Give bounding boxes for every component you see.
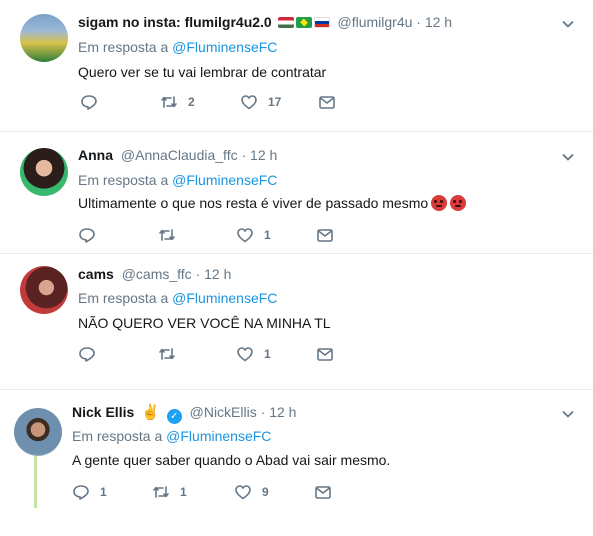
like-count: 1	[264, 228, 271, 242]
username[interactable]: @cams_ffc	[122, 266, 192, 282]
reply-button[interactable]	[78, 345, 106, 363]
like-count: 9	[262, 485, 269, 499]
display-name[interactable]: Anna	[78, 147, 113, 163]
avatar[interactable]	[14, 408, 62, 456]
verified-icon: ✓	[166, 409, 182, 424]
tweet-2[interactable]: Anna @AnnaClaudia_ffc · 12 h Em resposta…	[0, 132, 593, 252]
like-icon	[237, 228, 253, 243]
retweet-button[interactable]: 2	[160, 93, 195, 111]
like-button[interactable]: 9	[234, 483, 269, 501]
brazil-flag-icon	[295, 17, 312, 28]
timestamp[interactable]: 12 h	[250, 147, 277, 163]
tweet-text: NÃO QUERO VER VOCÊ NA MINHA TL	[78, 315, 331, 331]
dm-button[interactable]	[316, 226, 334, 244]
retweet-button[interactable]: 1	[152, 483, 187, 501]
dm-button[interactable]	[316, 345, 334, 363]
like-icon	[235, 485, 251, 500]
mention-link[interactable]: @FluminenseFC	[172, 39, 277, 55]
separator: ·	[416, 14, 421, 30]
timestamp[interactable]: 12 h	[269, 404, 296, 420]
like-button[interactable]: 17	[240, 93, 281, 111]
separator: ·	[241, 147, 247, 163]
tweet-1[interactable]: sigam no insta: flumilgr4u2.0 @flumilgr4…	[0, 0, 593, 124]
username[interactable]: @flumilgr4u	[337, 14, 412, 30]
separator: ·	[195, 266, 201, 282]
reply-icon	[73, 485, 89, 500]
retweet-icon	[159, 348, 175, 360]
victory-hand-icon: ✌	[141, 404, 160, 421]
chevron-down-icon[interactable]	[561, 150, 575, 164]
russia-flag-icon	[313, 17, 330, 28]
retweet-icon	[161, 96, 177, 108]
mention-link[interactable]: @FluminenseFC	[172, 290, 277, 306]
dm-icon	[315, 486, 331, 499]
tweet-header: Anna @AnnaClaudia_ffc · 12 h	[78, 146, 553, 164]
reply-context: Em resposta a @FluminenseFC	[78, 39, 277, 55]
mention-link[interactable]: @FluminenseFC	[166, 428, 271, 444]
retweet-icon	[159, 229, 175, 241]
like-icon	[241, 95, 257, 110]
avatar[interactable]	[20, 14, 68, 62]
tweet-text: A gente quer saber quando o Abad vai sai…	[72, 452, 391, 468]
like-count: 17	[268, 95, 282, 109]
like-button[interactable]: 1	[236, 345, 271, 363]
retweet-count: 1	[180, 485, 187, 499]
reply-label: Em resposta a	[78, 172, 169, 188]
tweet-header: cams @cams_ffc · 12 h	[78, 265, 553, 283]
reply-button[interactable]: 1	[72, 483, 107, 501]
tweet-header: sigam no insta: flumilgr4u2.0 @flumilgr4…	[78, 13, 553, 31]
tweet-text-content: Ultimamente o que nos resta é viver de p…	[78, 195, 429, 211]
chevron-down-icon[interactable]	[561, 17, 575, 31]
tweet-text: Ultimamente o que nos resta é viver de p…	[78, 194, 573, 213]
reply-count: 1	[100, 485, 107, 499]
reply-icon	[79, 347, 95, 362]
tweet-text: Quero ver se tu vai lembrar de contratar	[78, 64, 327, 80]
like-icon	[237, 347, 253, 362]
dm-icon	[317, 229, 333, 242]
reply-button[interactable]	[78, 226, 106, 244]
thread-line	[34, 456, 37, 508]
reply-context: Em resposta a @FluminenseFC	[72, 428, 271, 444]
mention-link[interactable]: @FluminenseFC	[172, 172, 277, 188]
timestamp[interactable]: 12 h	[204, 266, 231, 282]
avatar[interactable]	[20, 266, 68, 314]
reply-context: Em resposta a @FluminenseFC	[78, 290, 277, 306]
reply-label: Em resposta a	[72, 428, 163, 444]
display-name[interactable]: sigam no insta: flumilgr4u2.0	[78, 14, 272, 30]
reply-label: Em resposta a	[78, 39, 169, 55]
reply-icon	[79, 228, 95, 243]
like-button[interactable]: 1	[236, 226, 271, 244]
like-count: 1	[264, 347, 271, 361]
dm-button[interactable]	[318, 93, 336, 111]
reply-button[interactable]	[80, 93, 108, 111]
timestamp[interactable]: 12 h	[425, 14, 452, 30]
hungary-flag-icon	[277, 17, 294, 28]
dm-icon	[319, 96, 335, 109]
dm-button[interactable]	[314, 483, 332, 501]
reply-label: Em resposta a	[78, 290, 169, 306]
tweet-header: Nick Ellis ✌ ✓ @NickEllis · 12 h	[72, 403, 553, 424]
angry-face-icon	[450, 195, 467, 211]
avatar[interactable]	[20, 148, 68, 196]
tweet-4[interactable]: Nick Ellis ✌ ✓ @NickEllis · 12 h Em resp…	[0, 390, 593, 536]
retweet-icon	[153, 486, 169, 498]
retweet-count: 2	[188, 95, 195, 109]
dm-icon	[317, 348, 333, 361]
angry-face-icon	[431, 195, 448, 211]
display-name[interactable]: Nick Ellis	[72, 404, 134, 420]
retweet-button[interactable]	[158, 345, 186, 363]
reply-icon	[81, 95, 97, 110]
reply-context: Em resposta a @FluminenseFC	[78, 172, 277, 188]
tweet-3[interactable]: cams @cams_ffc · 12 h Em resposta a @Flu…	[0, 254, 593, 374]
username[interactable]: @NickEllis	[190, 404, 257, 420]
chevron-down-icon[interactable]	[561, 407, 575, 421]
username[interactable]: @AnnaClaudia_ffc	[121, 147, 238, 163]
display-name[interactable]: cams	[78, 266, 114, 282]
separator: ·	[260, 404, 266, 420]
retweet-button[interactable]	[158, 226, 186, 244]
